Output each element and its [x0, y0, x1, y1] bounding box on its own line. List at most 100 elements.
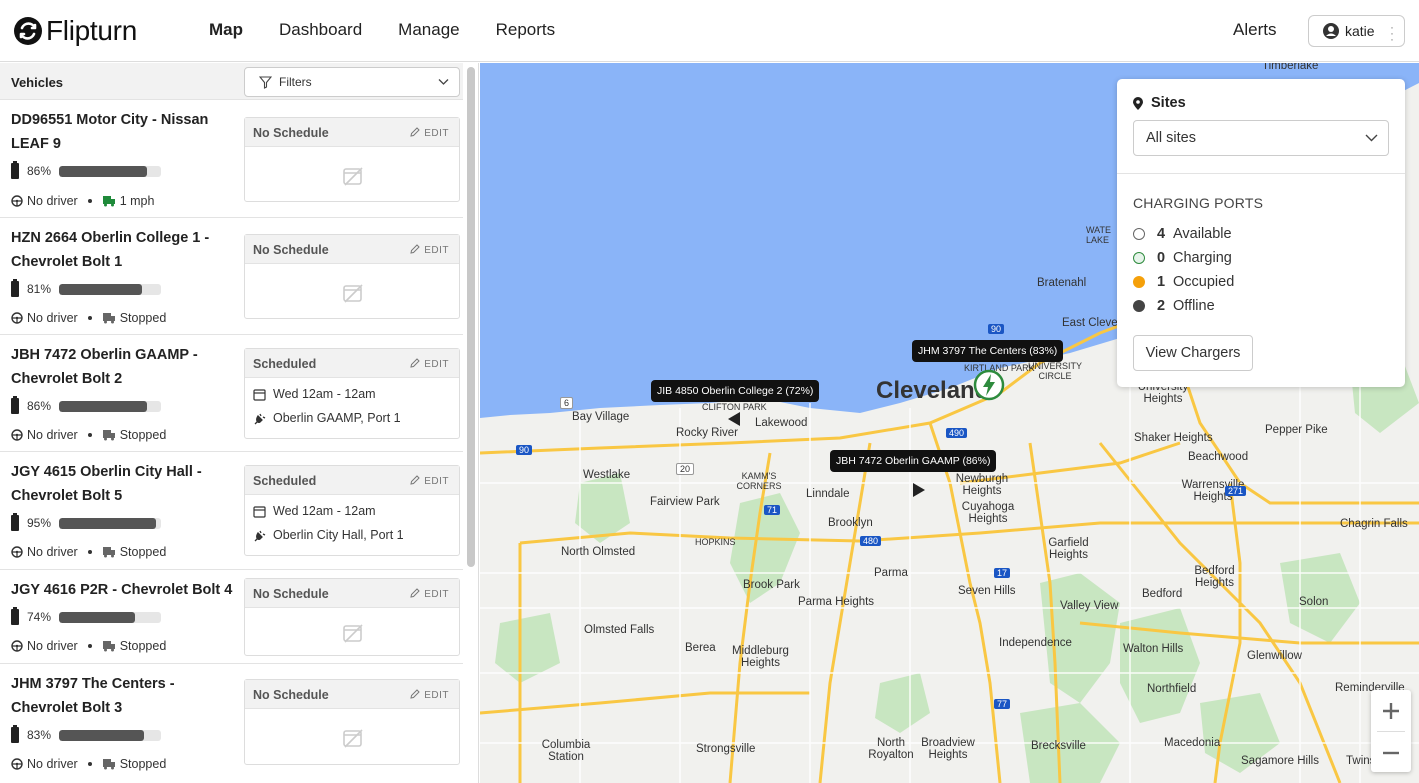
map-label: Linndale [806, 488, 850, 500]
flipturn-logo-icon [14, 17, 42, 45]
edit-schedule-button[interactable]: EDIT [410, 127, 449, 139]
battery-bar-fill [59, 400, 147, 412]
vehicle-tooltip: JIB 4850 Oberlin College 2 (72%) [651, 380, 820, 402]
map-label: Valley View [1060, 600, 1119, 612]
vehicle-row[interactable]: JHM 3797 The Centers - Chevrolet Bolt 3 … [0, 664, 463, 783]
sites-select-value: All sites [1146, 130, 1196, 146]
charger-marker-icon[interactable] [973, 369, 1005, 401]
vehicle-row[interactable]: HZN 2664 Oberlin College 1 - Chevrolet B… [0, 218, 463, 335]
vehicle-name: JHM 3797 The Centers - Chevrolet Bolt 3 [11, 676, 175, 716]
sites-panel: Sites All sites CHARGING PORTS 4 Availab… [1117, 79, 1405, 387]
sites-title: Sites [1133, 95, 1186, 111]
vehicle-row[interactable]: JBH 7472 Oberlin GAAMP - Chevrolet Bolt … [0, 335, 463, 452]
user-name: katie [1345, 23, 1375, 39]
schedule-card[interactable]: No Schedule EDIT [244, 679, 460, 765]
schedule-label: No Schedule [253, 587, 329, 601]
battery-bar-fill [59, 283, 142, 295]
map-label: Glenwillow [1247, 650, 1302, 662]
map-label: Lakewood [755, 417, 808, 429]
vehicle-status: No driver Stopped [11, 311, 166, 325]
route-shield: 20 [676, 463, 695, 475]
status-label: Stopped [119, 639, 167, 653]
schedule-card[interactable]: No Schedule EDIT [244, 578, 460, 656]
battery-icon [11, 161, 19, 179]
pencil-icon [410, 358, 420, 368]
vehicle-row[interactable]: JGY 4616 P2R - Chevrolet Bolt 4 74% No d… [0, 570, 463, 664]
available-status-icon [1133, 228, 1145, 240]
legend-charging: 0 Charging [1133, 250, 1232, 266]
legend-offline: 2 Offline [1133, 298, 1215, 314]
map-label: Brecksville [1031, 740, 1086, 752]
sidebar-scrollbar[interactable] [467, 67, 475, 567]
speed-label: 1 mph [119, 194, 155, 208]
nav-dashboard[interactable]: Dashboard [279, 20, 362, 40]
map-label: Strongsville [696, 743, 756, 755]
vehicle-status: No driver Stopped [11, 757, 166, 771]
vehicle-marker-icon[interactable] [727, 411, 741, 427]
moving-vehicle-icon [102, 196, 115, 207]
kebab-icon: · · · [1390, 20, 1394, 46]
schedule-card[interactable]: No Schedule EDIT [244, 234, 460, 319]
map-label: Bay Village [572, 411, 630, 423]
map-label: Walton Hills [1123, 643, 1184, 655]
edit-schedule-button[interactable]: EDIT [410, 244, 449, 256]
battery-bar-fill [59, 611, 135, 623]
status-label: Stopped [119, 545, 167, 559]
nav-map[interactable]: Map [209, 20, 243, 40]
schedule-time: Wed 12am - 12am [273, 504, 376, 518]
vehicle-row[interactable]: DD96551 Motor City - Nissan LEAF 9 86% N… [0, 100, 463, 218]
zoom-controls [1371, 690, 1411, 772]
schedule-label: No Schedule [253, 126, 329, 140]
vehicle-row[interactable]: JGY 4615 Oberlin City Hall - Chevrolet B… [0, 452, 463, 570]
edit-schedule-button[interactable]: EDIT [410, 475, 449, 487]
nav-reports[interactable]: Reports [496, 20, 556, 40]
nav-manage[interactable]: Manage [398, 20, 459, 40]
edit-schedule-button[interactable]: EDIT [410, 588, 449, 600]
battery-percent: 74% [27, 610, 52, 624]
battery-percent: 83% [27, 728, 52, 742]
schedule-card[interactable]: Scheduled EDIT Wed 12am - 12am Oberlin G… [244, 348, 460, 439]
battery-bar-fill [59, 165, 147, 177]
map-label: Seven Hills [958, 585, 1016, 597]
filters-dropdown[interactable]: Filters [244, 67, 460, 97]
pencil-icon [410, 475, 420, 485]
nav-alerts[interactable]: Alerts [1233, 20, 1276, 40]
pencil-icon [410, 689, 420, 699]
map-label: KAMM'S CORNERS [736, 471, 782, 491]
vehicle-marker-icon[interactable] [912, 482, 926, 498]
battery-bar [59, 283, 162, 295]
vehicle-status: No driver Stopped [11, 545, 166, 559]
schedule-card[interactable]: No Schedule EDIT [244, 117, 460, 202]
zoom-out-button[interactable] [1371, 732, 1411, 773]
map-label: Brooklyn [828, 517, 873, 529]
route-shield: 17 [994, 568, 1011, 578]
vehicles-title: Vehicles [11, 75, 64, 90]
no-schedule-icon [343, 284, 363, 303]
chevron-down-icon [1365, 134, 1378, 142]
charging-ports-title: CHARGING PORTS [1133, 195, 1264, 211]
map-label: WATE [1086, 225, 1111, 235]
edit-schedule-button[interactable]: EDIT [410, 358, 449, 370]
zoom-in-button[interactable] [1371, 690, 1411, 731]
battery-bar [59, 729, 162, 741]
sites-select[interactable]: All sites [1133, 120, 1389, 156]
view-chargers-button[interactable]: View Chargers [1133, 335, 1253, 371]
map-label: Bratenahl [1037, 277, 1087, 289]
map-label: Brook Park [743, 579, 800, 591]
edit-schedule-button[interactable]: EDIT [410, 689, 449, 701]
status-label: Stopped [119, 428, 167, 442]
map-label: Sagamore Hills [1241, 755, 1319, 767]
driver-label: No driver [27, 428, 78, 442]
vehicle-status: No driver 1 mph [11, 194, 154, 208]
schedule-port: Oberlin GAAMP, Port 1 [273, 411, 401, 425]
route-shield: 77 [994, 699, 1011, 709]
charging-status-icon [1133, 252, 1145, 264]
map-label: UNIVERSITY CIRCLE [1027, 361, 1082, 381]
user-menu-button[interactable]: katie · · · [1308, 15, 1405, 47]
map-label: East Cleve [1062, 317, 1118, 329]
app-name: Flipturn [46, 15, 137, 46]
offline-status-icon [1133, 300, 1145, 312]
battery-icon [11, 725, 19, 743]
schedule-card[interactable]: Scheduled EDIT Wed 12am - 12am Oberlin C… [244, 465, 460, 556]
app-logo[interactable]: Flipturn [14, 14, 137, 48]
